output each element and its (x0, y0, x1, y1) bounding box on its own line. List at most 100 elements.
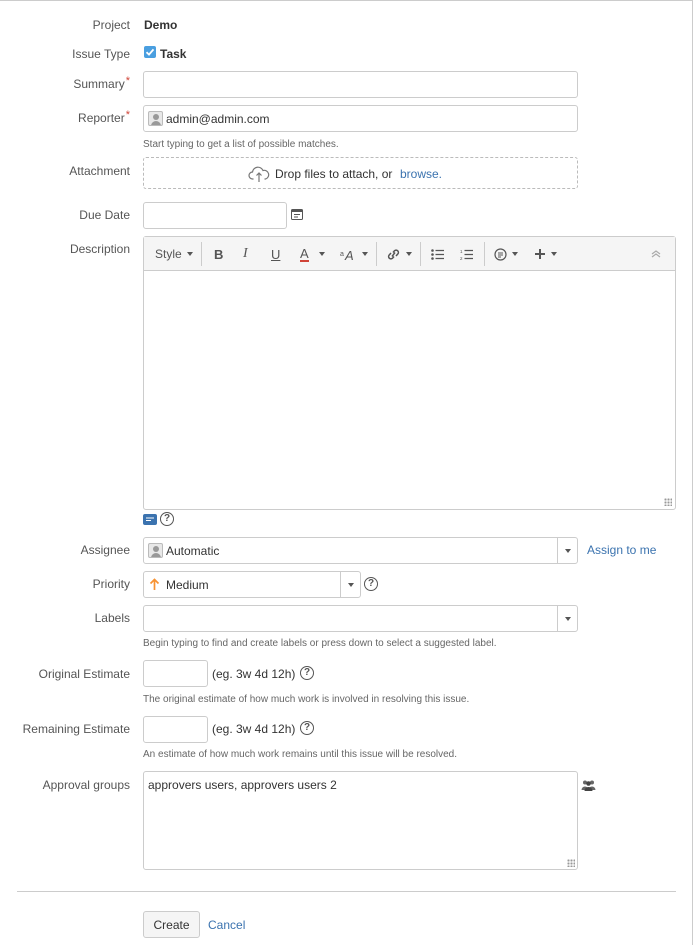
text-mode-icon[interactable] (143, 514, 157, 525)
form-divider (17, 891, 676, 892)
attachment-browse-link[interactable]: browse. (400, 167, 442, 181)
reporter-hint: Start typing to get a list of possible m… (143, 139, 339, 150)
priority-help-icon[interactable]: ? (364, 577, 378, 591)
description-textarea[interactable] (144, 272, 675, 509)
attachment-drop-text: Drop files to attach, or (275, 167, 393, 181)
due-date-label: Due Date (79, 208, 130, 222)
reporter-avatar (148, 111, 163, 126)
original-estimate-label: Original Estimate (38, 667, 130, 681)
toolbar-separator (201, 242, 202, 266)
summary-required-mark: * (125, 75, 130, 87)
insert-content-icon (494, 247, 507, 261)
text-color-letter: A (300, 245, 309, 262)
text-color-caret-icon (318, 252, 325, 256)
insert-content-caret-icon (512, 252, 518, 256)
priority-select[interactable]: Medium (143, 571, 361, 598)
bold-button[interactable]: B (214, 237, 223, 271)
bullet-list-button[interactable] (431, 237, 444, 271)
project-value: Demo (144, 18, 178, 32)
summary-label-text: Summary (73, 77, 125, 91)
insert-more-dropdown[interactable] (534, 237, 557, 271)
description-help-icon[interactable]: ? (160, 512, 174, 526)
italic-button[interactable]: I (243, 237, 248, 271)
svg-text:1: 1 (460, 249, 463, 254)
approval-groups-textarea[interactable]: approvers users, approvers users 2 (143, 771, 578, 870)
assignee-label: Assignee (80, 543, 130, 557)
original-estimate-help-icon[interactable]: ? (300, 666, 314, 680)
toolbar-separator (484, 242, 485, 266)
assignee-dropdown-button[interactable] (557, 538, 577, 563)
reporter-label: Reporter* (78, 109, 130, 125)
due-date-input[interactable] (143, 202, 287, 229)
priority-label: Priority (92, 577, 130, 591)
priority-dropdown-button[interactable] (340, 572, 360, 597)
description-resize-handle[interactable] (664, 498, 672, 506)
attachment-dropzone[interactable]: Drop files to attach, or browse. (143, 157, 578, 189)
insert-content-dropdown[interactable] (494, 237, 518, 271)
text-style-dropdown[interactable]: aA (340, 237, 368, 271)
cloud-upload-icon (248, 165, 270, 183)
link-dropdown[interactable] (386, 237, 412, 271)
link-caret-icon (406, 252, 412, 256)
link-icon (387, 248, 400, 260)
toolbar-separator (376, 242, 377, 266)
remaining-estimate-example: (eg. 3w 4d 12h) (212, 722, 296, 736)
original-estimate-input[interactable] (143, 660, 208, 687)
reporter-input[interactable]: admin@admin.com (143, 105, 578, 132)
remaining-estimate-input[interactable] (143, 716, 208, 743)
project-label: Project (92, 18, 130, 32)
bullet-list-icon (431, 248, 444, 260)
style-dropdown-label: Style (155, 247, 182, 261)
reporter-label-text: Reporter (78, 111, 125, 125)
original-estimate-hint: The original estimate of how much work i… (143, 694, 470, 705)
text-style-caret-icon (362, 252, 368, 256)
approval-groups-value: approvers users, approvers users 2 (148, 778, 337, 792)
cancel-link[interactable]: Cancel (208, 918, 245, 932)
user-group-icon[interactable] (581, 779, 596, 791)
assignee-select[interactable]: Automatic (143, 537, 578, 564)
create-button[interactable]: Create (143, 911, 200, 938)
reporter-required-mark: * (125, 109, 130, 121)
underline-button[interactable]: U (271, 237, 280, 271)
insert-more-caret-icon (551, 252, 557, 256)
labels-input[interactable] (143, 605, 578, 632)
issue-type-label: Issue Type (72, 47, 130, 61)
double-chevron-up-icon (651, 250, 661, 258)
assignee-value: Automatic (166, 544, 220, 558)
summary-input[interactable] (143, 71, 578, 98)
arrow-up-priority-icon (149, 578, 160, 591)
chevron-down-icon (347, 582, 354, 587)
style-dropdown[interactable]: Style (155, 237, 193, 271)
approval-groups-label: Approval groups (42, 778, 130, 792)
remaining-estimate-label: Remaining Estimate (22, 722, 130, 736)
task-checkbox-icon (144, 46, 156, 58)
svg-text:2: 2 (460, 256, 463, 260)
style-caret-icon (186, 252, 193, 256)
toolbar-separator (420, 242, 421, 266)
text-size-icon: aA (340, 248, 354, 261)
text-color-button[interactable]: A (300, 237, 325, 271)
numbered-list-button[interactable]: 12 (460, 237, 473, 271)
assign-to-me-link[interactable]: Assign to me (587, 543, 656, 557)
labels-label: Labels (94, 611, 130, 625)
labels-hint: Begin typing to find and create labels o… (143, 638, 497, 649)
chevron-down-icon (564, 548, 571, 553)
remaining-estimate-help-icon[interactable]: ? (300, 721, 314, 735)
priority-value: Medium (166, 578, 209, 592)
assignee-avatar (148, 543, 163, 558)
editor-toolbar: Style B I U A aA 12 (144, 237, 675, 271)
issue-type-value: Task (160, 47, 187, 61)
plus-icon (535, 249, 545, 259)
reporter-value: admin@admin.com (166, 112, 270, 126)
frame-right-border (692, 0, 693, 945)
attachment-label: Attachment (69, 164, 130, 178)
summary-label: Summary* (73, 75, 130, 91)
calendar-icon[interactable] (291, 208, 303, 220)
description-label: Description (69, 242, 130, 256)
approval-groups-resize-handle[interactable] (567, 859, 575, 867)
collapse-toolbar-button[interactable] (651, 237, 661, 271)
svg-text:a: a (340, 251, 344, 258)
remaining-estimate-hint: An estimate of how much work remains unt… (143, 749, 458, 760)
frame-top-border (0, 0, 693, 1)
labels-dropdown-button[interactable] (557, 606, 577, 631)
